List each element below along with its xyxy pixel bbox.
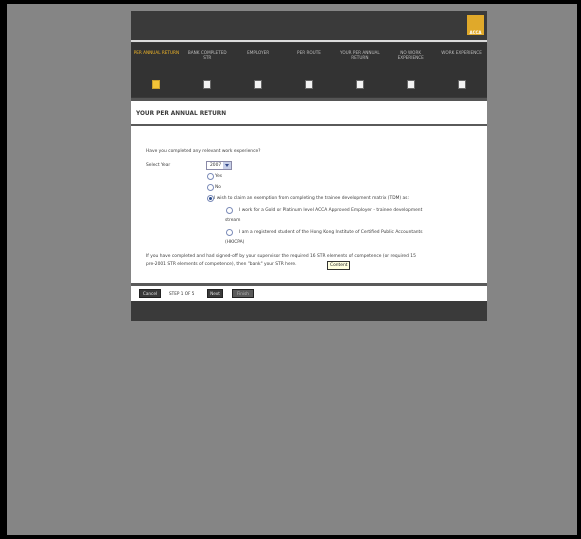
year-select[interactable]: 2007	[206, 161, 232, 170]
wizard-step-label: PER ANNUAL RETURN	[133, 50, 180, 55]
wizard-step[interactable]: PER ROUTE	[284, 43, 335, 97]
page-title: YOUR PER ANNUAL RETURN	[136, 111, 227, 117]
wizard-footer: Cancel STEP 1 OF 5 Next Finish	[131, 286, 487, 301]
radio-gold-employer-label: I work for a Gold or Platinum level ACCA…	[239, 208, 423, 213]
chevron-down-icon[interactable]	[223, 162, 231, 169]
backdrop: ACCA PER ANNUAL RETURN BANK COMPLETED STR…	[7, 4, 577, 535]
radio-no[interactable]	[207, 184, 214, 191]
wizard-step-label: BANK COMPLETED STR	[187, 50, 227, 61]
radio-gold-employer-label-cont: stream	[225, 218, 241, 223]
cancel-button[interactable]: Cancel	[139, 289, 161, 298]
wizard-step-label: PER ROUTE	[297, 50, 321, 55]
radio-no-label: No	[215, 185, 221, 190]
bank-str-note: If you have completed and had signed-off…	[146, 254, 416, 259]
wizard-steps: PER ANNUAL RETURN BANK COMPLETED STR EMPLO…	[131, 43, 487, 97]
header-divider	[131, 40, 487, 42]
radio-exemption[interactable]	[207, 195, 214, 202]
next-button[interactable]: Next	[207, 289, 223, 298]
wizard-step[interactable]: PER ANNUAL RETURN	[131, 43, 182, 97]
step-status-icon	[457, 80, 466, 89]
wizard-step-label: EMPLOYER	[247, 50, 270, 55]
step-status-icon	[305, 80, 313, 89]
wizard-window: ACCA PER ANNUAL RETURN BANK COMPLETED STR…	[131, 11, 487, 321]
title-divider	[131, 124, 487, 126]
radio-yes-label: Yes	[215, 174, 223, 179]
bottom-bar	[131, 301, 487, 321]
year-select-value: 2007	[210, 163, 222, 168]
step-status-icon	[406, 80, 415, 89]
wizard-step[interactable]: EMPLOYER	[233, 43, 284, 97]
step-status-icon	[254, 80, 263, 89]
header-bar: ACCA	[131, 11, 487, 39]
tooltip: Content	[327, 261, 351, 270]
radio-yes[interactable]	[207, 173, 214, 180]
radio-hkicpa[interactable]	[226, 229, 233, 236]
wizard-step[interactable]: WORK EXPERIENCE	[436, 43, 487, 97]
radio-exemption-label: I wish to claim an exemption from comple…	[214, 196, 409, 201]
wizard-step-label: NO WORK EXPERIENCE	[397, 50, 424, 61]
step-indicator: STEP 1 OF 5	[169, 291, 195, 296]
radio-hkicpa-label-cont: (HKICPA)	[225, 240, 245, 245]
wizard-step-label: YOUR PER ANNUAL RETURN	[339, 50, 380, 61]
wizard-step[interactable]: BANK COMPLETED STR	[182, 43, 233, 97]
step-status-icon	[152, 80, 161, 89]
wizard-step[interactable]: NO WORK EXPERIENCE	[385, 43, 436, 97]
step-status-icon	[355, 80, 364, 89]
question-text: Have you completed any relevant work exp…	[146, 149, 261, 154]
wizard-step[interactable]: YOUR PER ANNUAL RETURN	[334, 43, 385, 97]
radio-gold-employer[interactable]	[226, 207, 233, 214]
select-year-label: Select Year	[146, 163, 171, 168]
bank-str-note-cont: pre-2001 STR elements of competence), th…	[146, 262, 297, 267]
wizard-step-label: WORK EXPERIENCE	[441, 50, 482, 55]
radio-hkicpa-label: I am a registered student of the Hong Ko…	[239, 230, 423, 235]
acca-logo: ACCA	[467, 15, 484, 35]
step-status-icon	[203, 80, 212, 89]
form-panel: YOUR PER ANNUAL RETURN Have you complete…	[131, 101, 487, 283]
finish-button[interactable]: Finish	[232, 289, 254, 298]
